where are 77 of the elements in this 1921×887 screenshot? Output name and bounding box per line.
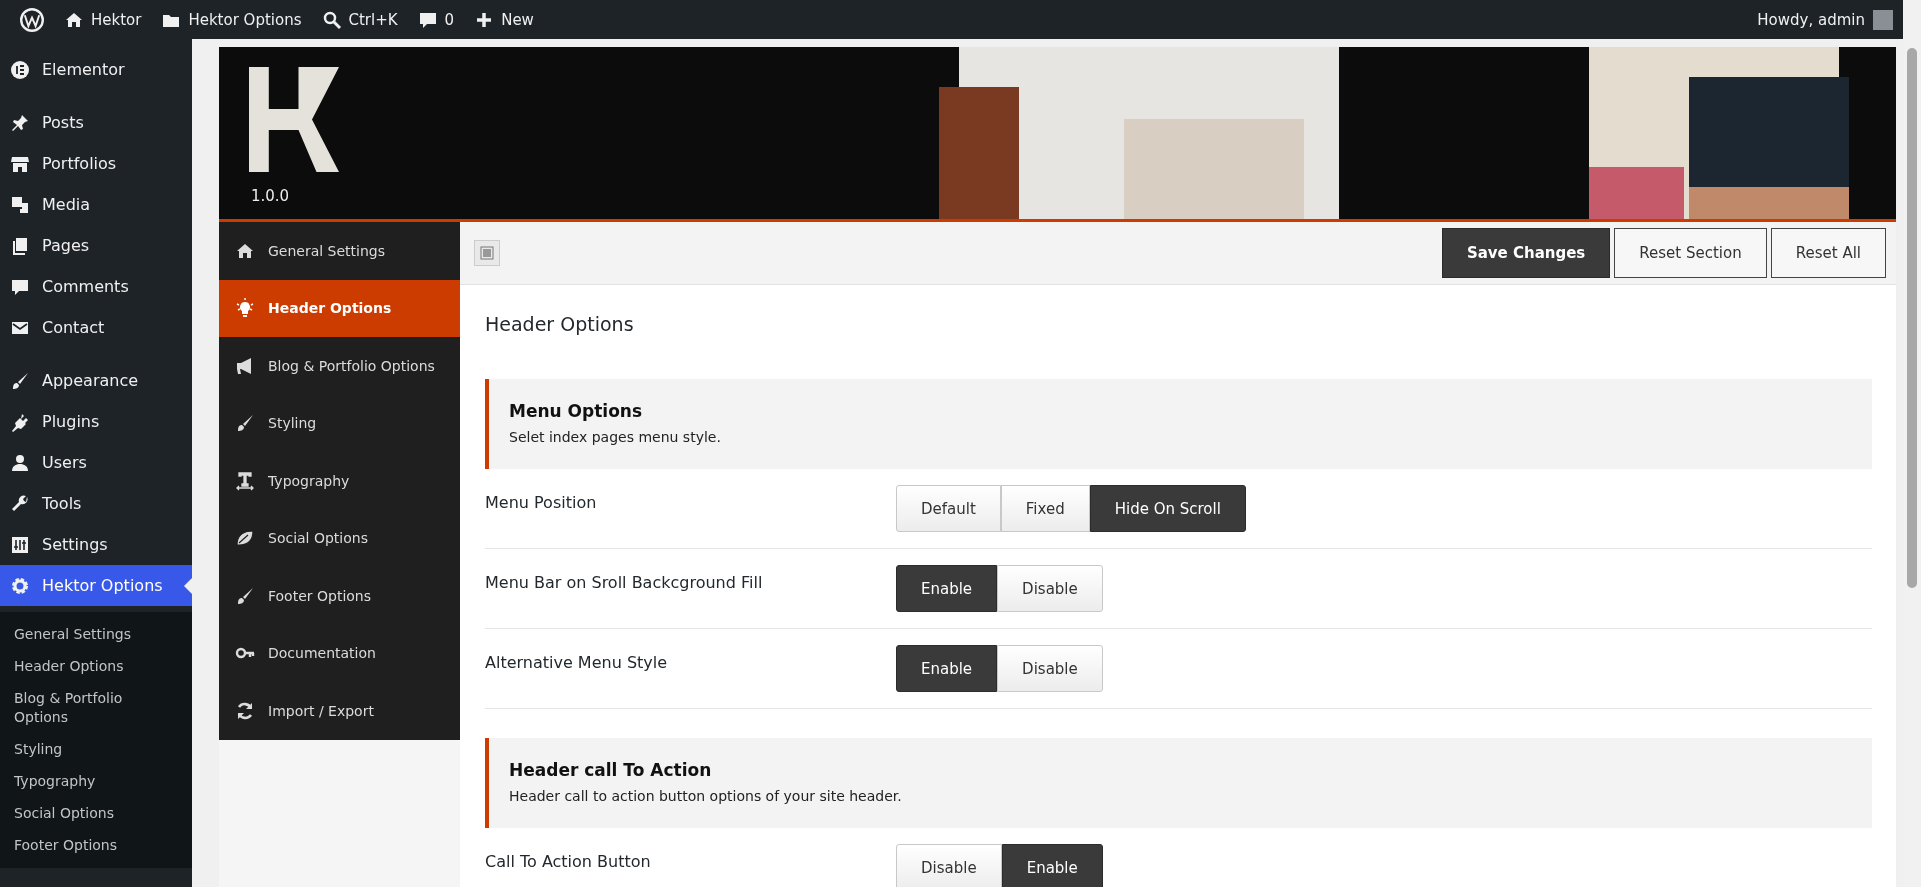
sidebar-item[interactable]: Comments [0, 266, 192, 307]
pages-icon [10, 235, 30, 256]
reset-button[interactable]: Reset All [1770, 228, 1886, 278]
option-button[interactable]: Default [896, 485, 1001, 532]
sync-icon [235, 700, 255, 721]
option-button[interactable]: Disable [896, 844, 1002, 887]
settings-icon [10, 575, 30, 596]
save-button[interactable]: Save Changes [1441, 228, 1611, 278]
section-description: Header call to action button options of your site header. [509, 788, 903, 804]
elementor-icon [10, 59, 30, 80]
sidebar-item[interactable]: Elementor [0, 49, 192, 90]
page-title: Header Options [485, 312, 635, 337]
toolbar-link[interactable]: 0 [407, 0, 465, 39]
lightbulb-icon [235, 298, 255, 319]
submenu-item[interactable]: Footer Options [0, 829, 192, 862]
sidebar-item[interactable]: Media [0, 184, 192, 225]
option-button[interactable]: Enable [1001, 844, 1103, 887]
brush-icon [235, 413, 255, 434]
sidebar-item[interactable]: Pages [0, 225, 192, 266]
field-label: Menu Bar on Sroll Backcground Fill [485, 572, 764, 592]
sidebar-item[interactable]: Settings [0, 524, 192, 565]
plug-icon [10, 411, 30, 432]
pin-icon [10, 112, 30, 133]
toolbar-link[interactable]: Hektor [54, 0, 152, 39]
nav-item[interactable]: Styling [219, 394, 460, 452]
wordpress-logo-icon [20, 7, 44, 32]
sliders-icon [10, 534, 30, 555]
submenu-item[interactable]: Header Options [0, 650, 192, 683]
sidebar-item[interactable]: Tools [0, 483, 192, 524]
sidebar-item[interactable]: Appearance [0, 360, 192, 401]
brush-icon [10, 370, 30, 391]
sidebar-item[interactable]: Posts [0, 102, 192, 143]
toolbar-link[interactable]: Ctrl+K [311, 0, 408, 39]
sidebar-item[interactable]: Hektor Options [0, 565, 192, 606]
sidebar-item[interactable]: Portfolios [0, 143, 192, 184]
user-icon [10, 452, 30, 473]
submenu-item[interactable]: Typography [0, 764, 192, 798]
option-button[interactable]: Hide On Scroll [1089, 485, 1246, 532]
submenu-item[interactable]: Social Options [0, 797, 192, 830]
option-button[interactable]: Fixed [1000, 485, 1090, 532]
submenu-item[interactable]: Blog & Portfolio Options [0, 682, 192, 733]
section-title: Header call To Action [509, 760, 713, 780]
nav-item[interactable]: General Settings [219, 222, 460, 280]
brush-icon [235, 585, 255, 606]
option-button[interactable]: Enable [896, 565, 998, 612]
wrench-icon [10, 493, 30, 514]
sidebar-item[interactable]: Plugins [0, 401, 192, 442]
nav-item[interactable]: Typography [219, 452, 460, 510]
nav-item[interactable]: Footer Options [219, 567, 460, 625]
reset-button[interactable]: Reset Section [1614, 228, 1767, 278]
option-button[interactable]: Disable [997, 645, 1103, 692]
field-label: Alternative Menu Style [485, 652, 669, 672]
nav-item[interactable]: Header Options [219, 279, 460, 337]
sidebar-item[interactable]: Contact [0, 307, 192, 348]
section-description: Selet index pages menu style. [509, 429, 722, 445]
nav-item[interactable]: Documentation [219, 624, 460, 682]
search-icon [321, 9, 342, 30]
toolbar-link[interactable]: New [464, 0, 544, 39]
section-title: Menu Options [509, 401, 644, 421]
option-button[interactable]: Disable [997, 565, 1103, 612]
nav-item[interactable]: Social Options [219, 509, 460, 567]
submenu-item[interactable]: General Settings [0, 618, 192, 651]
field-label: Menu Position [485, 492, 598, 512]
submenu-item[interactable]: Styling [0, 732, 192, 765]
media-icon [10, 194, 30, 215]
nav-item[interactable]: Blog & Portfolio Options [219, 337, 460, 395]
option-button[interactable]: Enable [896, 645, 998, 692]
version-text: 1.0.0 [251, 187, 290, 205]
layout-icon [480, 246, 494, 260]
sidebar-item[interactable]: Users [0, 442, 192, 483]
field-label: Call To Action Button [485, 851, 652, 871]
text-icon [235, 470, 255, 491]
nav-item[interactable]: Import / Export [219, 682, 460, 740]
greeting-text[interactable]: Howdy, admin [1757, 10, 1865, 29]
toolbar-link[interactable]: Hektor Options [151, 0, 312, 39]
avatar-icon[interactable] [1873, 9, 1893, 30]
layout-toggle-button[interactable] [474, 240, 500, 266]
